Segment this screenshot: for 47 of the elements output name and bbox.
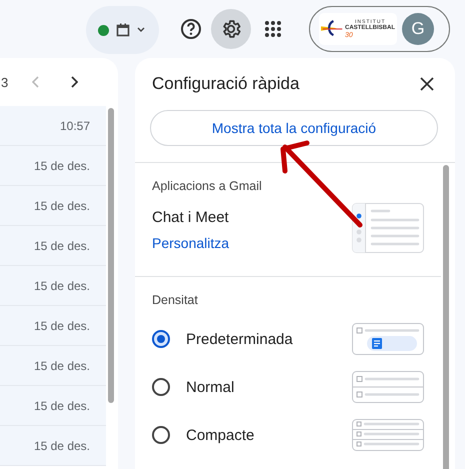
grid-icon bbox=[264, 20, 282, 38]
customize-link[interactable]: Personalitza bbox=[152, 235, 230, 251]
option-label: Normal bbox=[186, 378, 236, 396]
density-preview-drawing bbox=[352, 419, 424, 451]
close-icon[interactable] bbox=[420, 77, 434, 91]
mail-row[interactable]: 15 de des. bbox=[0, 346, 106, 386]
mail-date: 10:57 bbox=[60, 118, 90, 132]
help-icon bbox=[180, 18, 202, 40]
calendar-icon bbox=[116, 23, 130, 37]
mail-row[interactable]: 15 de des. bbox=[0, 386, 106, 426]
mail-row[interactable]: 15 de des. bbox=[0, 146, 106, 186]
caret-icon bbox=[137, 27, 145, 33]
mail-date: 15 de des. bbox=[34, 358, 90, 372]
density-preview-drawing bbox=[352, 323, 424, 355]
all-settings-button[interactable]: Mostra tota la configuració bbox=[150, 110, 438, 146]
settings-icon bbox=[220, 18, 242, 40]
section-heading: Densitat bbox=[152, 293, 199, 307]
scrollbar-thumb[interactable] bbox=[443, 165, 449, 469]
mail-row[interactable]: 15 de des. bbox=[0, 266, 106, 306]
status-button[interactable] bbox=[86, 6, 159, 54]
mail-date: 15 de des. bbox=[34, 158, 90, 172]
radio-button[interactable] bbox=[152, 426, 170, 444]
chat-layout-drawing bbox=[352, 203, 424, 253]
setting-label: Chat i Meet bbox=[152, 209, 230, 226]
mail-date: 15 de des. bbox=[34, 318, 90, 332]
option-label: Compacte bbox=[186, 426, 256, 444]
mail-date: 15 de des. bbox=[34, 438, 90, 452]
radio-button[interactable] bbox=[152, 330, 170, 348]
mail-date: 15 de des. bbox=[34, 278, 90, 292]
mail-row[interactable]: 15 de des. bbox=[0, 306, 106, 346]
scrollbar-thumb[interactable] bbox=[108, 108, 114, 403]
option-label: Predeterminada bbox=[186, 330, 294, 348]
mail-date: 15 de des. bbox=[34, 238, 90, 252]
next-page-icon[interactable] bbox=[70, 76, 78, 88]
density-preview-drawing bbox=[352, 371, 424, 403]
mail-date: 15 de des. bbox=[34, 198, 90, 212]
panel-title: Configuració ràpida bbox=[152, 74, 300, 94]
mail-row[interactable]: 15 de des. bbox=[0, 426, 106, 466]
avatar: G bbox=[402, 13, 434, 45]
mail-row[interactable]: 15 de des. bbox=[0, 186, 106, 226]
mail-row[interactable]: 15 de des. bbox=[0, 226, 106, 266]
radio-button[interactable] bbox=[152, 378, 170, 396]
mail-date: 15 de des. bbox=[34, 398, 90, 412]
mail-row[interactable]: 10:57 bbox=[0, 106, 106, 146]
section-heading: Aplicacions a Gmail bbox=[152, 179, 263, 193]
settings-button[interactable] bbox=[211, 9, 251, 49]
page-info: 3 bbox=[1, 74, 8, 90]
